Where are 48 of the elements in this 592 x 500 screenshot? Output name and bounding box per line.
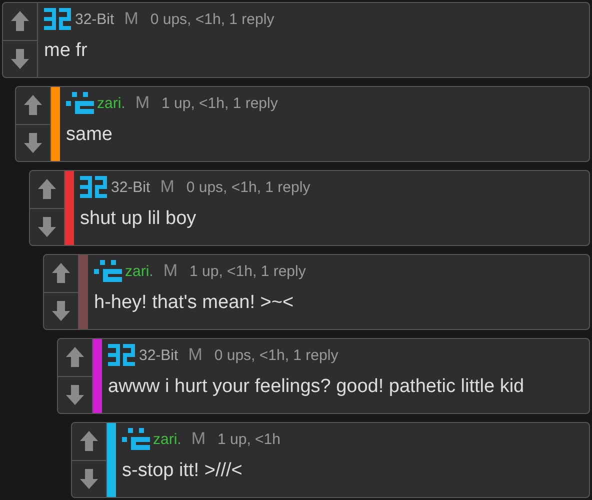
comment-text: me fr <box>44 40 88 62</box>
upvote-button[interactable] <box>30 171 64 208</box>
gender-label: M <box>188 345 202 365</box>
comment-meta: 0 ups, <1h, 1 reply <box>186 178 310 196</box>
upvote-button[interactable] <box>16 87 50 124</box>
username-link[interactable]: 32-Bit <box>75 10 114 28</box>
pixel-avatar-icon <box>66 92 94 114</box>
down-arrow-icon <box>65 384 85 406</box>
gender-label: M <box>124 9 138 29</box>
comment-meta: 0 ups, <1h, 1 reply <box>150 10 274 28</box>
gender-label: M <box>160 177 174 197</box>
pixel-avatar-icon <box>94 260 122 282</box>
username-link[interactable]: zari. <box>125 262 154 280</box>
down-arrow-icon <box>23 132 43 154</box>
username-link[interactable]: zari. <box>97 94 126 112</box>
comment-text: shut up lil boy <box>80 208 198 230</box>
pixel-avatar-icon <box>122 428 150 450</box>
comment-text: same <box>66 124 114 146</box>
pixel-avatar-icon <box>80 176 108 198</box>
up-arrow-icon <box>10 10 30 32</box>
down-arrow-icon <box>79 468 99 490</box>
comment-meta: 1 up, <1h <box>218 430 280 448</box>
gender-label: M <box>163 261 178 281</box>
upvote-button[interactable] <box>72 423 106 460</box>
down-arrow-icon <box>37 216 57 238</box>
up-arrow-icon <box>23 94 43 116</box>
upvote-button[interactable] <box>3 3 37 40</box>
username-link[interactable]: 32-Bit <box>139 346 178 364</box>
comment-text: h-hey! that's mean! >~< <box>94 292 295 314</box>
comment-text: s-stop itt! >///< <box>122 460 244 482</box>
comment-meta: 1 up, <1h, 1 reply <box>190 262 306 280</box>
up-arrow-icon <box>65 346 85 368</box>
pixel-avatar-icon <box>44 8 72 30</box>
username-link[interactable]: 32-Bit <box>111 178 150 196</box>
comment-meta: 1 up, <1h, 1 reply <box>162 94 278 112</box>
down-arrow-icon <box>51 300 71 322</box>
username-link[interactable]: zari. <box>153 430 182 448</box>
down-arrow-icon <box>10 48 30 70</box>
up-arrow-icon <box>79 430 99 452</box>
gender-label: M <box>135 93 150 113</box>
upvote-button[interactable] <box>44 255 78 292</box>
comment-meta: 0 ups, <1h, 1 reply <box>214 346 338 364</box>
upvote-button[interactable] <box>58 339 92 376</box>
up-arrow-icon <box>37 178 57 200</box>
up-arrow-icon <box>51 262 71 284</box>
gender-label: M <box>191 429 206 449</box>
comment-text: awww i hurt your feelings? good! pathetic little kid <box>108 376 524 398</box>
pixel-avatar-icon <box>108 344 136 366</box>
